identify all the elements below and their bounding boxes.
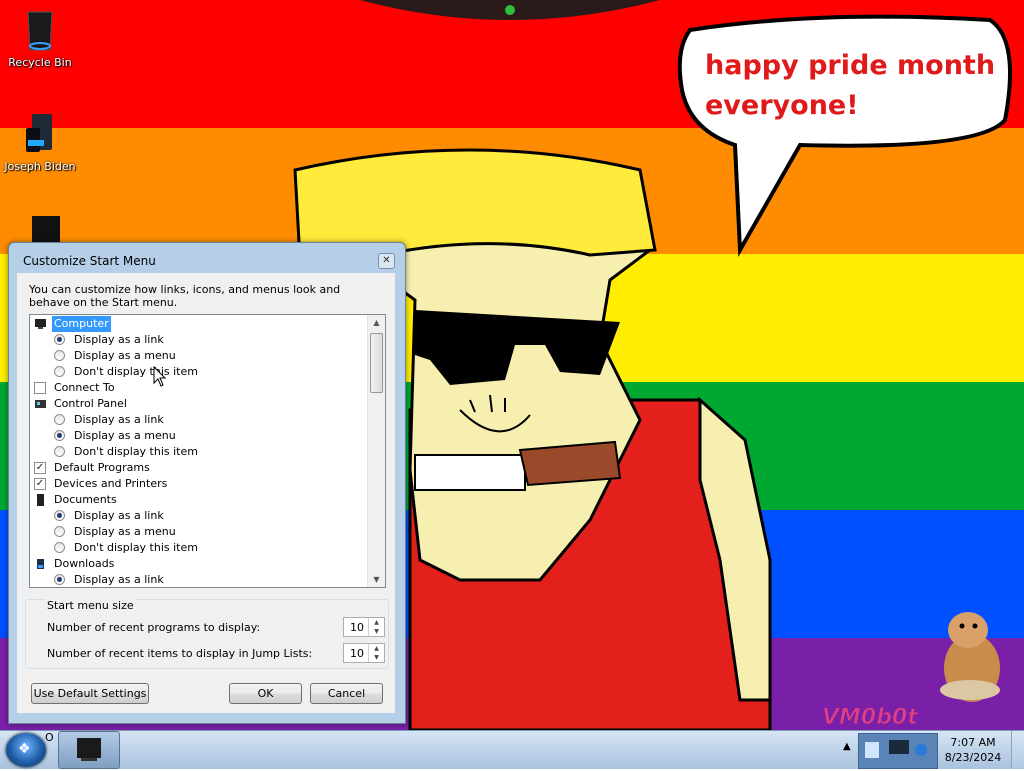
desktop-icon-label: Joseph Biden: [4, 160, 76, 173]
wallpaper-watermark: VM0b0t: [822, 705, 919, 730]
radio-button[interactable]: [54, 542, 65, 553]
recent-programs-label: Number of recent programs to display:: [47, 621, 261, 634]
spin-down-icon[interactable]: ▼: [369, 653, 384, 662]
start-button[interactable]: ❖: [6, 733, 46, 767]
documents-icon: [34, 494, 47, 506]
desktop-icon-recycle-bin[interactable]: Recycle Bin: [0, 6, 80, 69]
start-menu-options-list[interactable]: Computer Display as a link Display as a …: [29, 314, 386, 588]
action-center-icon: [865, 742, 879, 758]
recent-items-value[interactable]: 10: [350, 647, 364, 660]
customize-start-menu-dialog: Customize Start Menu ✕ You can customize…: [8, 242, 406, 724]
scroll-up-arrow-icon[interactable]: ▲: [368, 315, 385, 330]
radio-button[interactable]: [54, 350, 65, 361]
computer-icon: [34, 318, 47, 330]
speech-bubble-line-1: happy pride month: [705, 50, 995, 81]
start-label: O: [45, 731, 54, 744]
system-clock[interactable]: 7:07 AM 8/23/2024: [938, 735, 1008, 765]
radio-button[interactable]: [54, 430, 65, 441]
computer-icon: [16, 110, 64, 158]
list-scrollbar[interactable]: ▲ ▼: [367, 315, 385, 587]
clock-time: 7:07 AM: [950, 736, 996, 749]
dialog-client-area: You can customize how links, icons, and …: [17, 273, 395, 713]
windows-logo-icon: ❖: [18, 741, 31, 757]
ok-button[interactable]: OK: [229, 683, 302, 704]
show-desktop-button[interactable]: [1011, 731, 1024, 768]
recent-items-label: Number of recent items to display in Jum…: [47, 647, 313, 660]
checkbox[interactable]: [34, 382, 46, 394]
radio-button[interactable]: [54, 574, 65, 585]
checkbox[interactable]: ✓: [34, 478, 46, 490]
notification-area[interactable]: [858, 733, 938, 769]
desktop-icon-label: Recycle Bin: [8, 56, 72, 69]
radio-button[interactable]: [54, 526, 65, 537]
control-panel-icon: [34, 398, 47, 410]
dialog-titlebar[interactable]: Customize Start Menu ✕: [9, 243, 405, 273]
cancel-button[interactable]: Cancel: [310, 683, 383, 704]
close-button[interactable]: ✕: [378, 253, 395, 269]
clock-date: 8/23/2024: [944, 751, 1002, 764]
recycle-bin-icon: [16, 6, 64, 54]
speech-bubble-line-2: everyone!: [705, 90, 859, 121]
radio-button[interactable]: [54, 510, 65, 521]
radio-button[interactable]: [54, 414, 65, 425]
spin-down-icon[interactable]: ▼: [369, 627, 384, 636]
recent-items-stepper[interactable]: 10 ▲ ▼: [343, 643, 385, 663]
downloads-icon: [34, 558, 47, 570]
group-title: Start menu size: [45, 599, 136, 612]
scroll-down-arrow-icon[interactable]: ▼: [368, 572, 385, 587]
radio-button[interactable]: [54, 334, 65, 345]
show-hidden-icons-button[interactable]: ▲: [843, 741, 851, 752]
recent-programs-value[interactable]: 10: [350, 621, 364, 634]
radio-button[interactable]: [54, 446, 65, 457]
checkbox[interactable]: ✓: [34, 462, 46, 474]
taskbar-item[interactable]: [58, 731, 120, 769]
taskbar: ❖ O ▲ 7:07 AM 8/23/2024: [0, 730, 1024, 769]
radio-button[interactable]: [54, 366, 65, 377]
desktop-icon-joseph-biden[interactable]: Joseph Biden: [0, 110, 80, 173]
dialog-title: Customize Start Menu: [23, 254, 156, 268]
use-default-settings-button[interactable]: Use Default Settings: [31, 683, 149, 704]
spin-up-icon[interactable]: ▲: [369, 618, 384, 627]
volume-icon: [915, 744, 927, 756]
dialog-description: You can customize how links, icons, and …: [29, 283, 341, 309]
recent-programs-stepper[interactable]: 10 ▲ ▼: [343, 617, 385, 637]
monitor-icon: [77, 738, 101, 761]
spin-up-icon[interactable]: ▲: [369, 644, 384, 653]
network-icon: [889, 740, 909, 754]
mouse-pointer-icon: [153, 365, 167, 388]
close-icon: ✕: [382, 255, 391, 266]
scrollbar-thumb[interactable]: [370, 333, 383, 393]
